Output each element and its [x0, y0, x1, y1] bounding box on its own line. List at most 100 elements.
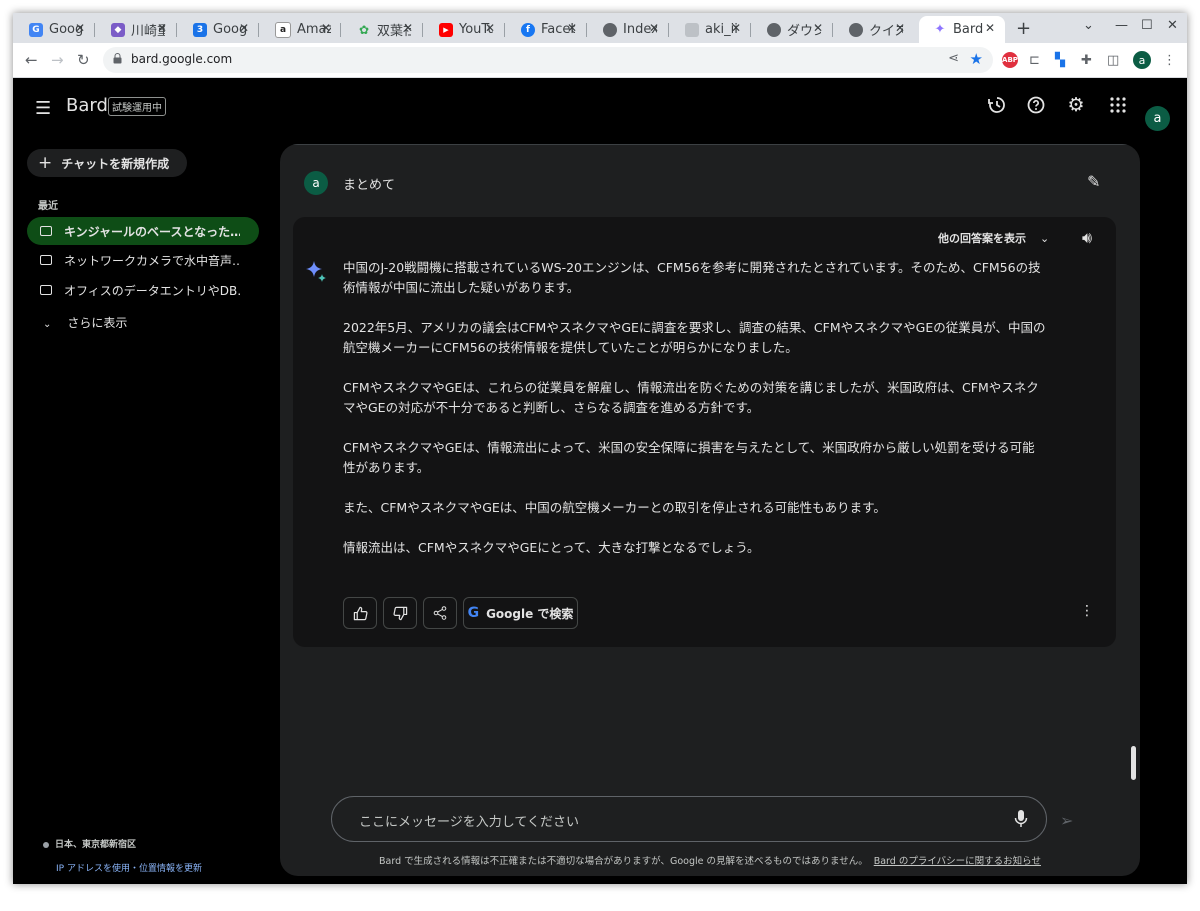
recent-chat-item[interactable]: ネットワークカメラで水中音声… [27, 246, 259, 274]
privacy-notice-link[interactable]: Bard のプライバシーに関するお知らせ [874, 856, 1041, 867]
close-tab-icon[interactable]: ✕ [649, 21, 659, 35]
edit-pencil-icon[interactable]: ✎ [1087, 172, 1100, 191]
show-more-button[interactable]: ⌄ さらに表示 [43, 314, 127, 331]
recent-chat-title: キンジャールのベースとなった… [64, 224, 240, 239]
globe-icon [849, 22, 863, 37]
globe-icon [767, 22, 781, 37]
share-icon[interactable]: ⋖ [948, 51, 959, 66]
image-icon [685, 22, 699, 37]
chevron-down-icon: ⌄ [1040, 232, 1050, 245]
tab-search-chevron-icon[interactable]: ⌄ [1083, 18, 1094, 33]
scrollbar-thumb[interactable] [1131, 746, 1136, 780]
recent-chat-item[interactable]: オフィスのデータエントリやDB… [27, 276, 259, 304]
tab-google-translate[interactable]: G Google ✕ [15, 16, 95, 43]
bard-logo[interactable]: Bard [66, 95, 108, 116]
adblock-plus-icon[interactable]: ABP [1002, 52, 1018, 68]
user-avatar: a [304, 171, 328, 195]
extension-c-icon[interactable]: ⊏ [1029, 51, 1040, 69]
beta-badge: 試験運用中 [108, 97, 166, 116]
tab-google-calendar[interactable]: 3 Google ✕ [179, 16, 259, 43]
bookmark-star-icon[interactable]: ★ [970, 50, 983, 68]
address-bar[interactable]: bard.google.com ⋖ ★ [103, 47, 993, 73]
tab-kawasaki[interactable]: ◆ 川崎重工 ✕ [97, 16, 177, 43]
new-tab-icon[interactable]: + [1016, 18, 1031, 39]
response-card: 他の回答案を表示 ⌄ 🔊︎ 中国のJ-20戦闘機に搭載されているWS-20エンジン… [293, 217, 1116, 647]
tab-facebook[interactable]: f Facebook ✕ [507, 16, 587, 43]
microphone-icon[interactable] [1014, 809, 1028, 829]
back-icon[interactable]: ← [25, 51, 38, 69]
thumbs-up-icon [353, 606, 368, 620]
history-icon[interactable] [984, 92, 1010, 118]
tab-bard[interactable]: ✦ Bard ✕ [919, 16, 1005, 43]
tab-quiz[interactable]: クイズ ✕ [835, 16, 915, 43]
maximize-icon[interactable]: ☐ [1141, 18, 1153, 33]
translate-extension-icon[interactable]: ▚ [1055, 51, 1065, 69]
tab-title: Bard [953, 22, 984, 37]
close-tab-icon[interactable]: ✕ [403, 21, 413, 35]
speaker-icon[interactable]: 🔊︎ [1082, 228, 1092, 248]
lock-icon [113, 53, 122, 64]
message-input[interactable]: ここにメッセージを入力してください [331, 796, 1047, 842]
extensions-puzzle-icon[interactable]: ✚ [1081, 51, 1092, 69]
show-more-label: さらに表示 [67, 316, 128, 330]
window-close-icon[interactable]: ✕ [1167, 18, 1178, 33]
bard-spark-icon [306, 261, 326, 282]
disclaimer: Bard で生成される情報は不正確または不適切な場合がありますが、Google … [280, 853, 1140, 867]
forward-icon[interactable]: → [51, 51, 64, 69]
tab-youtube[interactable]: ▶ YouTube ✕ [425, 16, 505, 43]
help-icon[interactable] [1023, 92, 1049, 118]
minimize-icon[interactable]: — [1115, 18, 1128, 33]
location-text: 日本、東京都新宿区 [55, 840, 137, 850]
tab-aki[interactable]: aki_ii ✕ [671, 16, 751, 43]
response-paragraph: CFMやスネクマやGEは、情報流出によって、米国の安全保障に損害を与えたとして、… [343, 440, 1035, 475]
location-dot-icon [43, 841, 49, 848]
recent-chat-item[interactable]: キンジャールのベースとなった… [27, 217, 259, 245]
tab-download[interactable]: ダウン ✕ [753, 16, 833, 43]
apps-grid-icon[interactable] [1105, 92, 1131, 118]
close-tab-icon[interactable]: ✕ [157, 21, 167, 35]
side-panel-icon[interactable]: ◫ [1107, 51, 1119, 69]
update-location-link[interactable]: IP アドレスを使用・位置情報を更新 [56, 861, 202, 874]
view-drafts-button[interactable]: 他の回答案を表示 ⌄ [938, 230, 1049, 246]
browser-menu-icon[interactable]: ⋮ [1163, 51, 1176, 69]
globe-icon [603, 22, 617, 37]
browser-window: G Google ✕ ◆ 川崎重工 ✕ 3 Google ✕ a Amazon … [13, 13, 1187, 884]
close-tab-icon[interactable]: ✕ [813, 21, 823, 35]
google-search-button[interactable]: G Google で検索 [463, 597, 578, 629]
chat-area: a まとめて ✎ 他の回答案を表示 ⌄ 🔊︎ 中国のJ-20戦闘機に搭載されている… [280, 144, 1140, 876]
thumbs-up-button[interactable] [343, 597, 377, 629]
close-tab-icon[interactable]: ✕ [895, 21, 905, 35]
chat-bubble-icon [40, 285, 52, 295]
browser-toolbar: ← → ↻ bard.google.com ⋖ ★ ABP ⊏ ▚ ✚ ◫ a … [13, 43, 1187, 78]
close-tab-icon[interactable]: ✕ [985, 21, 995, 35]
menu-icon[interactable]: ☰ [35, 98, 51, 119]
close-tab-icon[interactable]: ✕ [567, 21, 577, 35]
google-g-icon: G [467, 605, 480, 621]
reload-icon[interactable]: ↻ [77, 51, 90, 69]
close-tab-icon[interactable]: ✕ [239, 21, 249, 35]
tab-index[interactable]: Index ✕ [589, 16, 669, 43]
bard-page: ☰ Bard 試験運用中 ⚙ a + チャットを新規作成 最近 キンジャールのベ… [13, 78, 1187, 884]
recent-chat-title: オフィスのデータエントリやDB… [64, 283, 240, 298]
response-paragraph: 2022年5月、アメリカの議会はCFMやスネクマやGEに調査を要求し、調査の結果… [343, 320, 1046, 355]
more-options-icon[interactable]: ⋮ [1080, 603, 1094, 619]
close-tab-icon[interactable]: ✕ [731, 21, 741, 35]
amazon-icon: a [275, 21, 291, 38]
settings-gear-icon[interactable]: ⚙ [1063, 92, 1089, 118]
close-tab-icon[interactable]: ✕ [485, 21, 495, 35]
facebook-icon: f [521, 22, 535, 37]
plus-icon: + [38, 153, 53, 173]
close-tab-icon[interactable]: ✕ [321, 21, 331, 35]
google-search-label: Google で検索 [486, 606, 574, 621]
tab-amazon[interactable]: a Amazon ✕ [261, 16, 341, 43]
share-icon [433, 606, 447, 620]
send-icon[interactable]: ➢ [1060, 811, 1073, 830]
profile-avatar[interactable]: a [1133, 51, 1151, 69]
share-button[interactable] [423, 597, 457, 629]
thumbs-down-button[interactable] [383, 597, 417, 629]
tab-futabasha[interactable]: ✿ 双葉社 ✕ [343, 16, 423, 43]
close-tab-icon[interactable]: ✕ [75, 21, 85, 35]
recent-chat-title: ネットワークカメラで水中音声… [64, 253, 240, 268]
new-chat-button[interactable]: + チャットを新規作成 [27, 149, 187, 177]
account-avatar[interactable]: a [1145, 106, 1170, 131]
